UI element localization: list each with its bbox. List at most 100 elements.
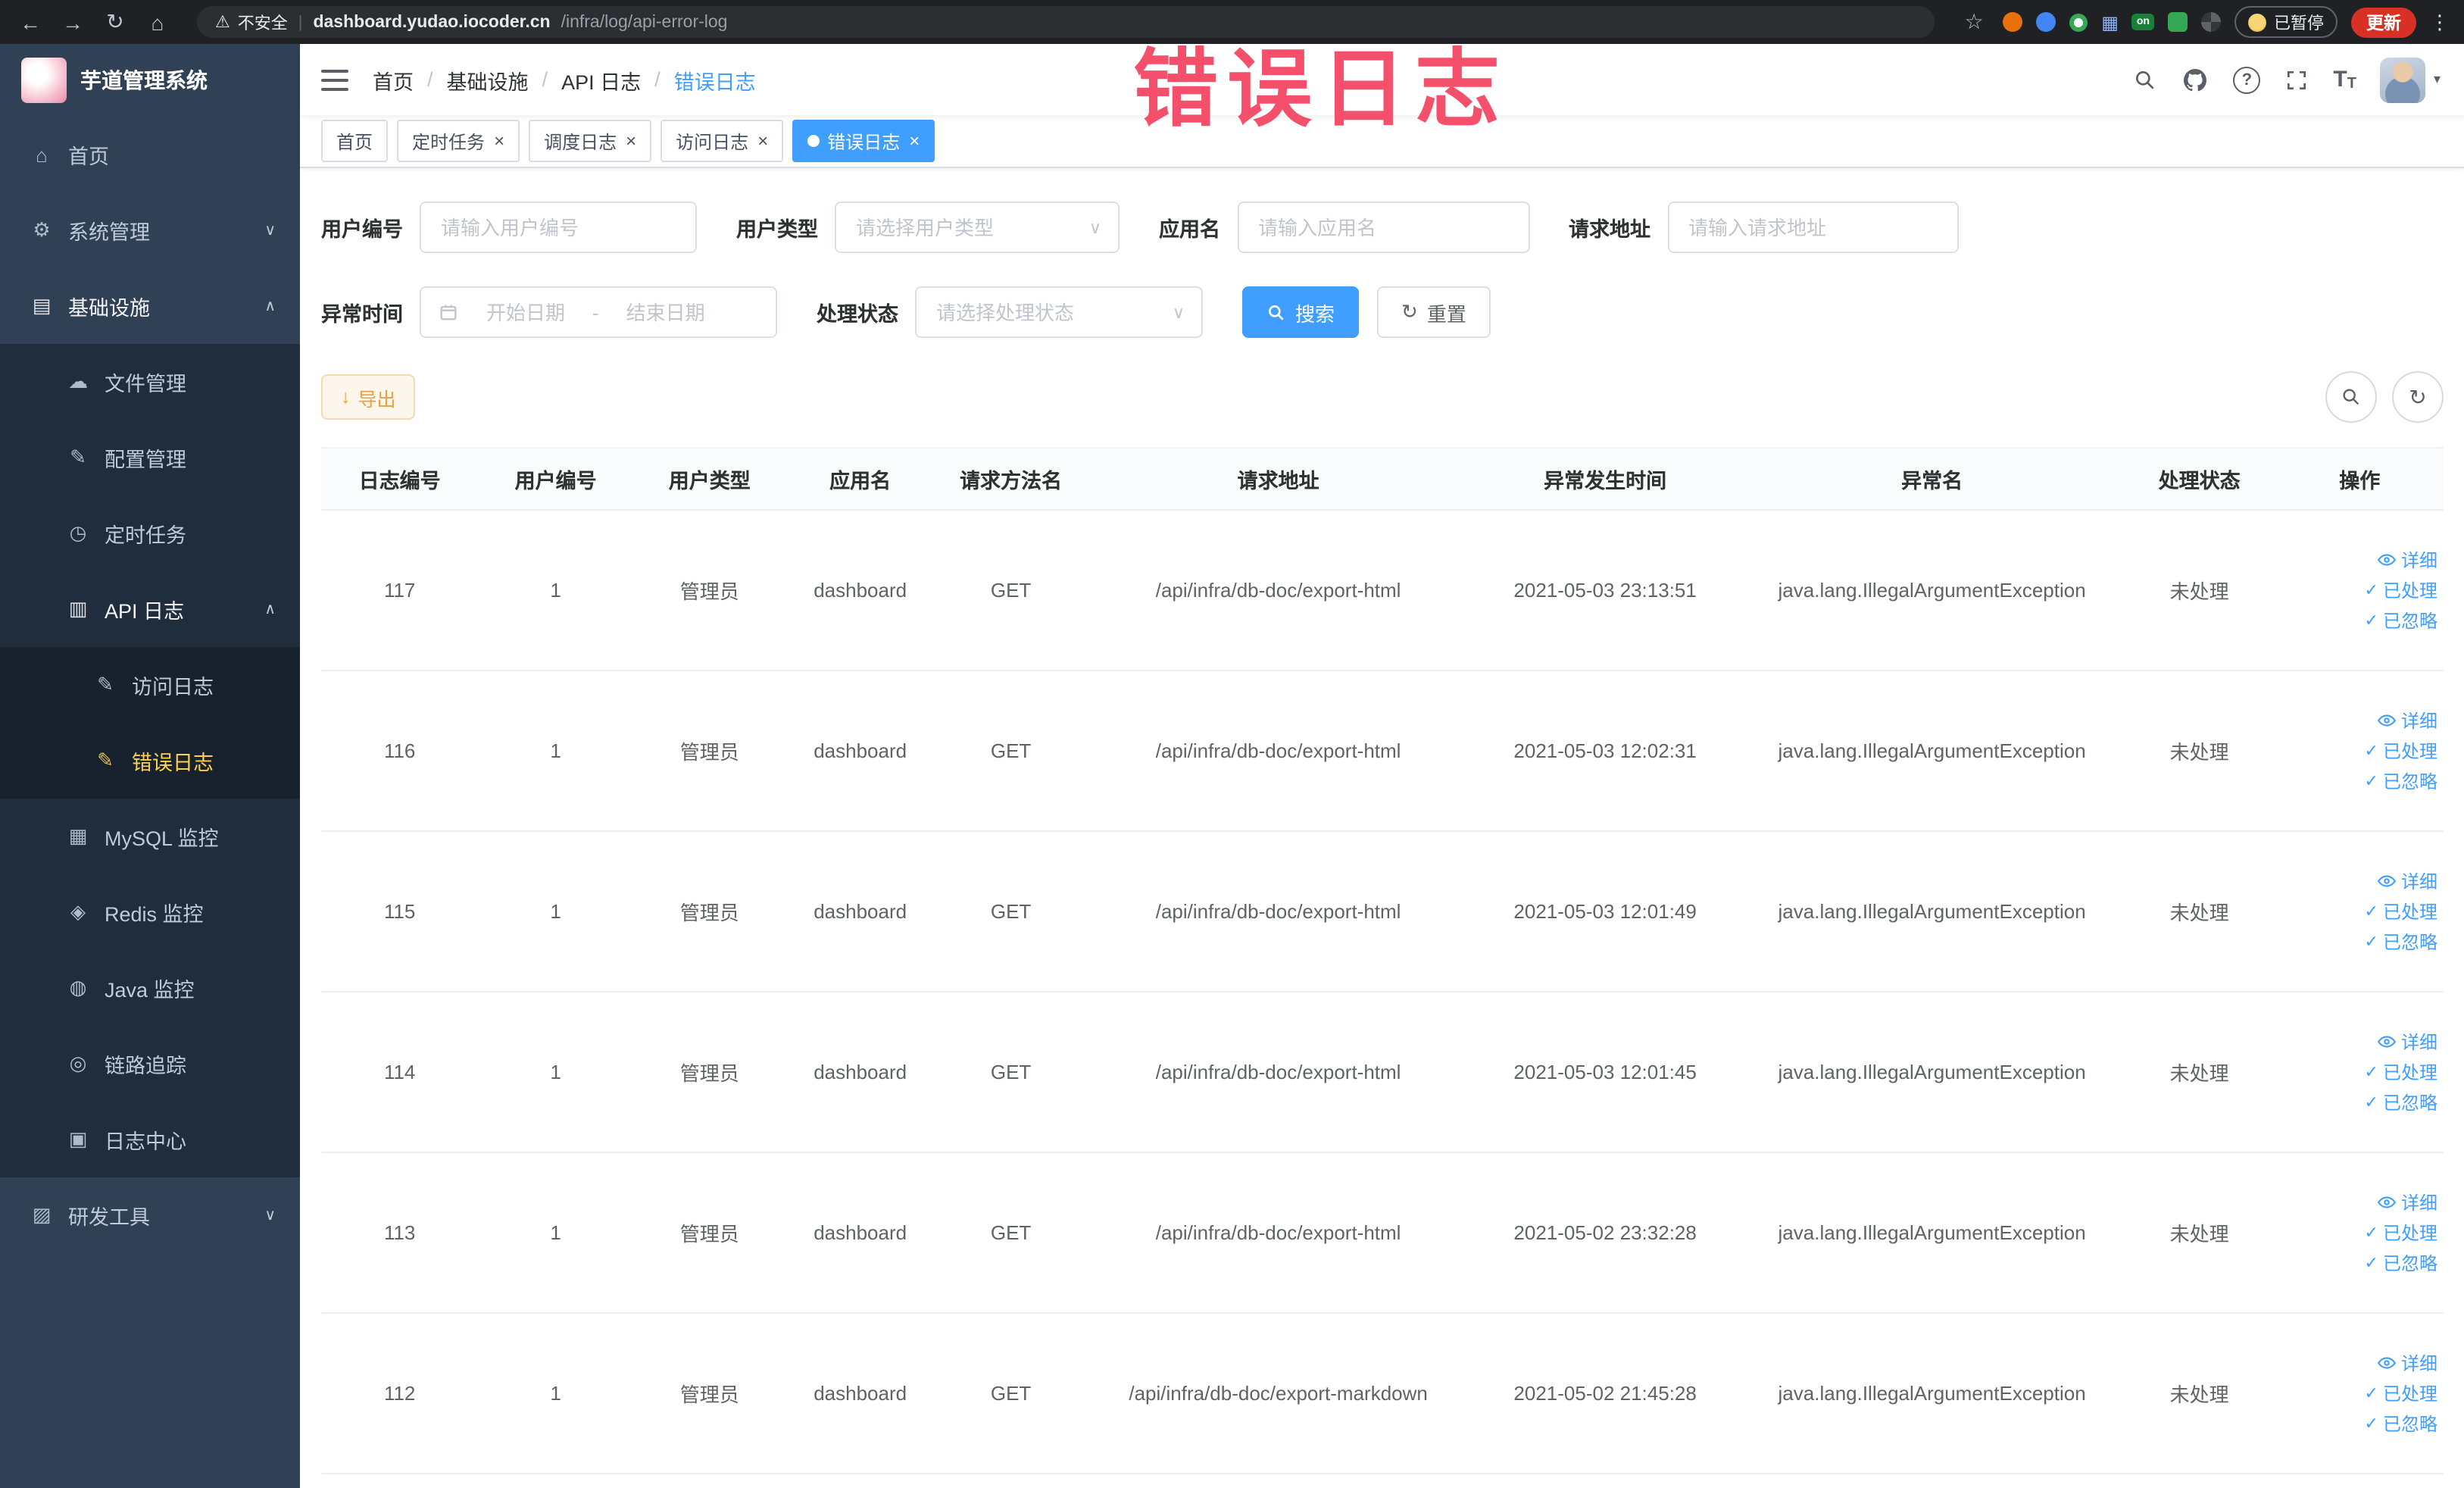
detail-link[interactable]: 详细 — [2377, 1029, 2437, 1055]
check-icon: ✓ — [2364, 1224, 2378, 1243]
tab-scheduled-jobs[interactable]: 定时任务 × — [397, 120, 520, 162]
mark-ignored-link[interactable]: ✓ 已忽略 — [2365, 608, 2437, 633]
toggle-search-button[interactable] — [2325, 371, 2377, 423]
request-url-label: 请求地址 — [1569, 218, 1650, 241]
start-date-input[interactable] — [468, 299, 583, 325]
mark-processed-link[interactable]: ✓ 已处理 — [2365, 738, 2437, 764]
address-bar[interactable]: ⚠ 不安全 | dashboard.yudao.iocoder.cn /infr… — [197, 6, 1935, 38]
date-range-picker[interactable]: - — [420, 286, 777, 338]
tab-home[interactable]: 首页 — [321, 120, 389, 162]
mark-ignored-link[interactable]: ✓ 已忽略 — [2365, 1250, 2437, 1276]
sidebar-item-redis-monitor[interactable]: ◈ Redis 监控 — [0, 874, 300, 950]
user-type-select-input[interactable] — [853, 214, 1083, 240]
bookmark-star-icon[interactable]: ☆ — [1959, 9, 1989, 35]
extension-on-badge[interactable]: on — [2131, 14, 2154, 30]
refresh-button[interactable]: ↻ — [2392, 371, 2444, 423]
chrome-update-button[interactable]: 更新 — [2351, 7, 2416, 37]
mark-processed-link[interactable]: ✓ 已处理 — [2365, 1380, 2437, 1406]
extension-icon-blue[interactable] — [2036, 12, 2056, 32]
tab-error-log[interactable]: 错误日志 × — [792, 120, 935, 162]
breadcrumb-infrastructure[interactable]: 基础设施 — [447, 64, 529, 95]
extensions-pinwheel-icon[interactable] — [2201, 12, 2221, 32]
chevron-up-icon: ∧ — [264, 601, 276, 617]
mark-processed-link[interactable]: ✓ 已处理 — [2365, 1059, 2437, 1085]
sidebar-item-infrastructure[interactable]: ▤ 基础设施 ∧ — [0, 268, 300, 344]
search-button[interactable]: 搜索 — [1242, 286, 1360, 338]
reload-icon[interactable]: ↻ — [100, 9, 130, 35]
breadcrumb-current: 错误日志 — [673, 70, 756, 93]
caret-down-icon: ▾ — [2433, 71, 2441, 86]
home-icon[interactable]: ⌂ — [142, 10, 173, 34]
browser-menu-icon[interactable]: ⋮ — [2430, 10, 2450, 34]
breadcrumb-api-log[interactable]: API 日志 — [561, 64, 641, 95]
security-warning[interactable]: ⚠ 不安全 — [215, 10, 288, 34]
tampermonkey-paused-badge[interactable]: 已暂停 — [2234, 6, 2338, 38]
cell-user-id: 1 — [478, 671, 633, 832]
sidebar-item-system-mgmt[interactable]: ⚙ 系统管理 ∨ — [0, 192, 300, 268]
sidebar-item-file-mgmt[interactable]: ☁ 文件管理 — [0, 344, 300, 420]
screen: ← → ↻ ⌂ ⚠ 不安全 | dashboard.yudao.iocoder.… — [0, 0, 2464, 1488]
export-button[interactable]: ↓ 导出 — [321, 374, 416, 420]
sidebar-item-mysql-monitor[interactable]: ▦ MySQL 监控 — [0, 799, 300, 874]
mark-ignored-link[interactable]: ✓ 已忽略 — [2365, 768, 2437, 794]
close-icon[interactable]: × — [909, 132, 920, 150]
mark-processed-link[interactable]: ✓ 已处理 — [2365, 577, 2437, 603]
sidebar-item-dev-tools[interactable]: ▨ 研发工具 ∨ — [0, 1177, 300, 1253]
detail-link[interactable]: 详细 — [2377, 708, 2437, 733]
forward-icon[interactable]: → — [58, 10, 88, 34]
extension-icon-green-ring[interactable] — [2069, 13, 2088, 31]
mark-processed-link[interactable]: ✓ 已处理 — [2365, 899, 2437, 924]
cell-operations: 详细 ✓ 已处理 ✓ 已忽略 — [2275, 1313, 2444, 1474]
end-date-input[interactable] — [607, 299, 723, 325]
reset-button[interactable]: ↻ 重置 — [1377, 286, 1491, 338]
back-icon[interactable]: ← — [15, 10, 45, 34]
chevron-down-icon: ∨ — [264, 1207, 276, 1224]
user-menu[interactable]: ▾ — [2380, 57, 2441, 102]
sidebar-item-api-log[interactable]: ▥ API 日志 ∧ — [0, 571, 300, 647]
sidebar-item-java-monitor[interactable]: ◍ Java 监控 — [0, 950, 300, 1026]
cell-exception-time: 2021-05-02 23:32:28 — [1469, 1152, 1741, 1314]
col-exception-name: 异常名 — [1741, 447, 2123, 511]
close-icon[interactable]: × — [626, 132, 636, 150]
avatar[interactable] — [2380, 57, 2426, 102]
check-icon: ✓ — [2364, 1255, 2378, 1273]
user-id-input[interactable] — [438, 214, 679, 240]
eye-icon — [2377, 1036, 2397, 1048]
help-icon[interactable]: ? — [2233, 66, 2261, 93]
mark-ignored-link[interactable]: ✓ 已忽略 — [2365, 929, 2437, 955]
mark-ignored-link[interactable]: ✓ 已忽略 — [2365, 1411, 2437, 1436]
tab-schedule-log[interactable]: 调度日志 × — [529, 120, 652, 162]
detail-link[interactable]: 详细 — [2377, 1189, 2437, 1215]
hamburger-icon[interactable] — [321, 69, 348, 90]
close-icon[interactable]: × — [494, 132, 504, 150]
font-size-icon[interactable]: TT — [2333, 67, 2356, 92]
sidebar-item-log-center[interactable]: ▣ 日志中心 — [0, 1102, 300, 1177]
github-icon[interactable] — [2181, 66, 2209, 93]
check-icon: ✓ — [2364, 1064, 2378, 1082]
sidebar-item-config-mgmt[interactable]: ✎ 配置管理 — [0, 420, 300, 495]
extension-icon-orange[interactable] — [2003, 12, 2023, 32]
sidebar-item-error-log[interactable]: ✎ 错误日志 — [0, 723, 300, 799]
sidebar-item-scheduled-jobs[interactable]: ◷ 定时任务 — [0, 495, 300, 571]
detail-link[interactable]: 详细 — [2377, 1350, 2437, 1376]
sidebar-item-home[interactable]: ⌂ 首页 — [0, 117, 300, 192]
app-name-input[interactable] — [1255, 214, 1511, 240]
user-type-select[interactable]: ∨ — [835, 202, 1120, 253]
extension-icon-green[interactable] — [2168, 12, 2188, 32]
breadcrumb-home[interactable]: 首页 — [373, 64, 414, 95]
fullscreen-icon[interactable] — [2284, 67, 2309, 92]
process-status-select[interactable]: ∨ — [915, 286, 1203, 338]
search-icon[interactable] — [2133, 67, 2157, 92]
sidebar-item-tracing[interactable]: ◎ 链路追踪 — [0, 1026, 300, 1102]
request-url-input[interactable] — [1685, 214, 1940, 240]
mark-ignored-link[interactable]: ✓ 已忽略 — [2365, 1089, 2437, 1115]
tab-access-log[interactable]: 访问日志 × — [661, 120, 784, 162]
sidebar-item-access-log[interactable]: ✎ 访问日志 — [0, 647, 300, 723]
extension-grid-icon[interactable]: ▦ — [2101, 11, 2119, 33]
close-icon[interactable]: × — [757, 132, 768, 150]
detail-link[interactable]: 详细 — [2377, 547, 2437, 573]
cloud-icon: ☁ — [68, 370, 88, 392]
process-status-select-input[interactable] — [933, 299, 1166, 325]
detail-link[interactable]: 详细 — [2377, 868, 2437, 894]
mark-processed-link[interactable]: ✓ 已处理 — [2365, 1220, 2437, 1246]
